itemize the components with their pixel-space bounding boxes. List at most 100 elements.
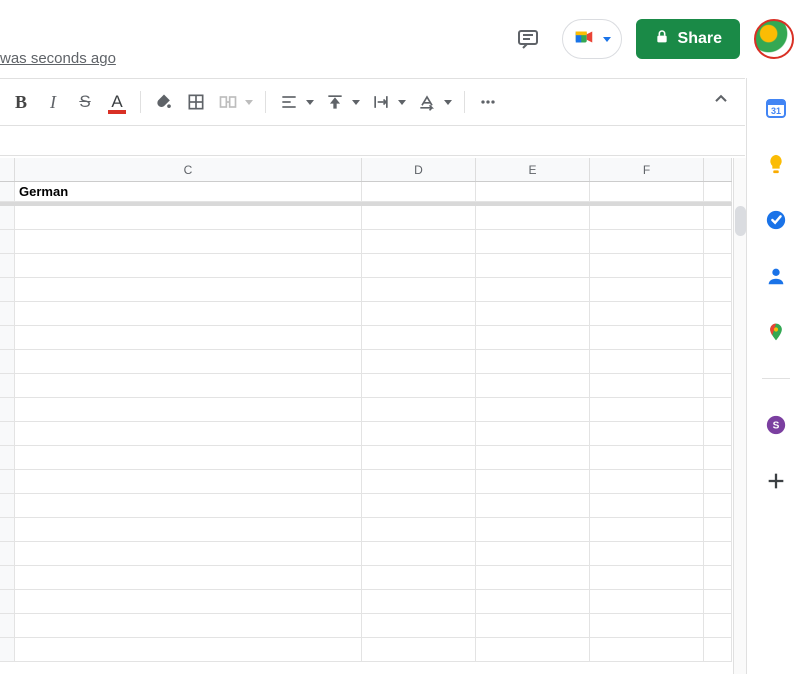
row-header[interactable] (0, 230, 15, 254)
vertical-align-button[interactable] (320, 87, 360, 117)
cell[interactable] (362, 230, 476, 254)
meet-button[interactable] (562, 19, 622, 59)
cell[interactable] (704, 590, 732, 614)
cell[interactable] (476, 230, 590, 254)
col-header-D[interactable]: D (362, 158, 476, 181)
cell[interactable] (362, 614, 476, 638)
table-row[interactable] (0, 302, 732, 326)
formula-bar[interactable] (0, 126, 745, 156)
cell[interactable] (476, 494, 590, 518)
cell[interactable] (362, 350, 476, 374)
cell[interactable] (15, 398, 362, 422)
cell[interactable] (15, 470, 362, 494)
cell[interactable] (704, 518, 732, 542)
table-row[interactable] (0, 326, 732, 350)
cell[interactable] (476, 422, 590, 446)
cell[interactable] (590, 206, 704, 230)
cell[interactable] (590, 254, 704, 278)
row-header[interactable] (0, 494, 15, 518)
cell[interactable] (476, 326, 590, 350)
vertical-scrollbar[interactable] (733, 158, 746, 674)
column-headers[interactable]: C D E F (0, 158, 732, 182)
cell[interactable] (15, 206, 362, 230)
col-header-stub[interactable] (0, 158, 15, 181)
cell[interactable] (362, 398, 476, 422)
cell[interactable] (15, 590, 362, 614)
cell[interactable] (704, 446, 732, 470)
row-header[interactable] (0, 326, 15, 350)
horizontal-align-button[interactable] (274, 87, 314, 117)
cell[interactable] (704, 278, 732, 302)
cell[interactable] (476, 374, 590, 398)
cell[interactable] (15, 230, 362, 254)
row-header[interactable] (0, 542, 15, 566)
cell[interactable] (362, 542, 476, 566)
text-rotation-button[interactable] (412, 87, 452, 117)
cell[interactable] (590, 398, 704, 422)
cell[interactable] (704, 494, 732, 518)
account-avatar[interactable] (754, 19, 794, 59)
table-row[interactable] (0, 278, 732, 302)
cell[interactable] (476, 590, 590, 614)
cell[interactable] (15, 254, 362, 278)
table-row[interactable] (0, 446, 732, 470)
scrollbar-thumb[interactable] (735, 206, 746, 236)
row-header[interactable] (0, 374, 15, 398)
row-header[interactable] (0, 446, 15, 470)
cell[interactable] (704, 566, 732, 590)
cell[interactable] (362, 374, 476, 398)
last-edit-link[interactable]: was seconds ago (0, 50, 116, 67)
cell[interactable] (704, 326, 732, 350)
tasks-icon[interactable] (764, 208, 788, 232)
cell[interactable] (704, 374, 732, 398)
cell[interactable] (590, 518, 704, 542)
cell[interactable] (590, 446, 704, 470)
comments-icon[interactable] (508, 19, 548, 59)
cell[interactable] (590, 326, 704, 350)
cell[interactable] (15, 422, 362, 446)
cell[interactable] (704, 398, 732, 422)
cell[interactable] (590, 350, 704, 374)
cell[interactable] (590, 470, 704, 494)
cell[interactable] (590, 590, 704, 614)
cell[interactable] (476, 254, 590, 278)
cell[interactable] (15, 494, 362, 518)
cell[interactable]: German (15, 182, 362, 202)
cell[interactable] (476, 542, 590, 566)
cell[interactable] (476, 518, 590, 542)
table-row[interactable] (0, 470, 732, 494)
table-row[interactable] (0, 542, 732, 566)
cell[interactable] (476, 614, 590, 638)
cell[interactable] (15, 566, 362, 590)
row-header[interactable] (0, 590, 15, 614)
cell[interactable] (704, 422, 732, 446)
cell[interactable] (704, 302, 732, 326)
table-row[interactable] (0, 518, 732, 542)
table-row[interactable] (0, 590, 732, 614)
table-row[interactable] (0, 566, 732, 590)
cell[interactable] (362, 278, 476, 302)
cell[interactable] (590, 302, 704, 326)
table-row[interactable] (0, 638, 732, 662)
cell[interactable] (15, 518, 362, 542)
cell[interactable] (704, 638, 732, 662)
cell[interactable] (476, 470, 590, 494)
cell[interactable] (362, 638, 476, 662)
keep-icon[interactable] (764, 152, 788, 176)
cell[interactable] (15, 638, 362, 662)
cell[interactable] (362, 326, 476, 350)
row-header[interactable] (0, 422, 15, 446)
cell[interactable] (476, 206, 590, 230)
borders-button[interactable] (181, 87, 211, 117)
table-row[interactable] (0, 230, 732, 254)
bold-button[interactable]: B (6, 87, 36, 117)
row-header[interactable] (0, 470, 15, 494)
fill-color-button[interactable] (149, 87, 179, 117)
cell[interactable] (476, 566, 590, 590)
cell[interactable] (590, 542, 704, 566)
cell[interactable] (362, 182, 476, 202)
text-color-button[interactable]: A (102, 87, 132, 117)
cell[interactable] (15, 374, 362, 398)
row-header[interactable] (0, 614, 15, 638)
more-button[interactable] (473, 87, 503, 117)
